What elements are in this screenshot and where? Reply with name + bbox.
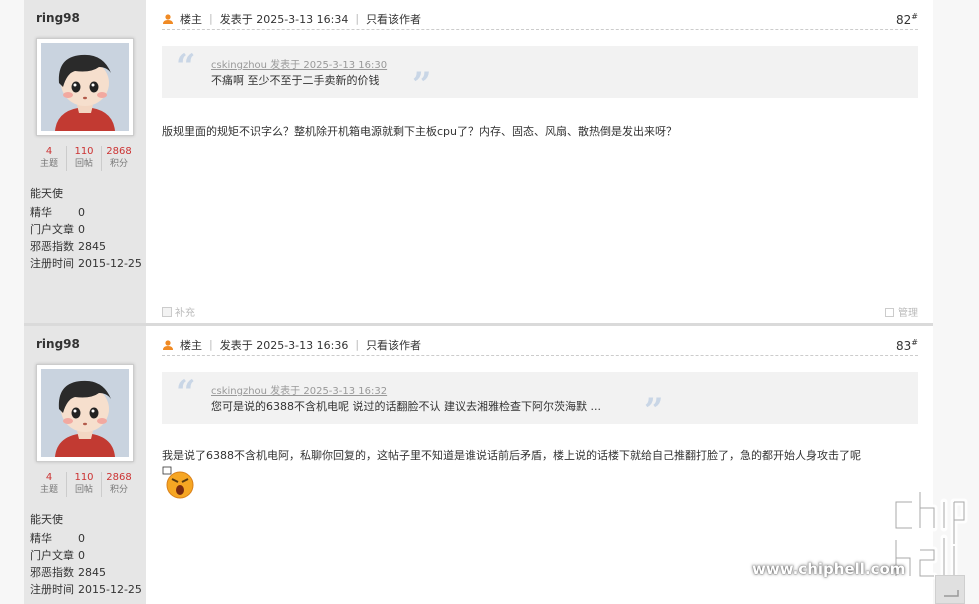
quote-block: “ cskingzhou 发表于 2025-3-13 16:32 您可是说的63… [162,372,918,428]
quote-text: 您可是说的6388不含机电呢 说过的话翻脸不认 建议去湘雅检查下阿尔茨海默 ..… [211,400,601,413]
stat-value: 110 [74,146,94,157]
stat-points[interactable]: 2868 积分 [102,146,136,171]
avatar-image [41,369,129,457]
author-stats: 4 主题 110 回帖 2868 积分 [32,472,136,497]
info-value: 2015-12-25 [78,583,142,596]
avatar-image [41,43,129,131]
info-value: 2845 [78,240,106,253]
user-rank: 能天使 [30,187,63,200]
user-icon [163,339,173,350]
quote-text: 不痛啊 至少不至于二手卖新的价钱 [211,74,380,87]
post-header: 楼主 | 发表于 2025-3-13 16:34 | 只看该作者 82# [162,8,918,30]
supplement-label: 补充 [175,308,195,319]
user-rank: 能天使 [30,513,63,526]
floor-number[interactable]: 83# [896,338,918,353]
stat-label: 主题 [39,159,58,169]
stat-label: 积分 [109,485,128,495]
stat-value: 2868 [106,472,132,483]
divider: | [209,338,213,351]
info-key: 精华 [30,206,52,219]
supplement-button[interactable]: 补充 [162,304,195,319]
supplement-icon [162,307,172,317]
post-body: 我是说了6388不含机电阿，私聊你回复的，这帖子里不知道是谁说话前后矛盾，楼上说… [162,449,861,462]
manage-label: 管理 [898,308,918,319]
info-value: 2845 [78,566,106,579]
author-sidebar: ring98 4 主题 110 回帖 2868 积分 能天使 精华 0 门户文章… [24,326,146,604]
stat-replies[interactable]: 110 回帖 [67,146,102,171]
avatar[interactable] [36,364,134,462]
info-value: 2015-12-25 [78,257,142,270]
stat-label: 回帖 [74,485,93,495]
info-value: 0 [78,532,85,545]
stat-topics[interactable]: 4 主题 [32,472,67,497]
checkbox-icon [885,308,894,317]
divider: | [355,338,360,351]
post-footer: 补充 管理 [162,304,918,319]
user-icon [163,13,173,24]
post-header: 楼主 | 发表于 2025-3-13 16:36 | 只看该作者 83# [162,334,918,356]
author-stats: 4 主题 110 回帖 2868 积分 [32,146,136,171]
floor-mark: # [911,12,918,21]
stat-label: 主题 [39,485,58,495]
quote-author[interactable]: cskingzhou 发表于 2025-3-13 16:30 [211,56,387,71]
back-to-top-icon [944,590,959,597]
stat-value: 4 [45,146,53,157]
post-82: ring98 4 主题 110 回帖 2868 积分 能天使 精华 0 门户文章… [24,0,933,323]
watermark-url: www.chiphell.com [752,560,906,578]
author-sidebar: ring98 4 主题 110 回帖 2868 积分 能天使 精华 0 门户文章… [24,0,146,323]
author-name[interactable]: ring98 [36,11,80,25]
info-value: 0 [78,206,85,219]
quote-author[interactable]: cskingzhou 发表于 2025-3-13 16:32 [211,382,387,397]
open-quote-icon: “ [176,47,196,87]
author-info: 精华 0 门户文章 0 邪恶指数 2845 注册时间 2015-12-25 [30,530,142,598]
stat-replies[interactable]: 110 回帖 [67,472,102,497]
stat-label: 回帖 [74,159,93,169]
floor-number[interactable]: 82# [896,12,918,27]
post-time: 发表于 2025-3-13 16:36 [219,338,349,352]
open-quote-icon: “ [176,373,196,413]
post-time: 发表于 2025-3-13 16:34 [219,12,349,26]
info-value: 0 [78,223,85,236]
author-name[interactable]: ring98 [36,337,80,351]
stat-value: 4 [45,472,53,483]
poster-role: 楼主 [180,338,202,352]
quote-block: “ cskingzhou 发表于 2025-3-13 16:30 不痛啊 至少不… [162,46,918,102]
stat-label: 积分 [109,159,128,169]
back-to-top-button[interactable] [935,575,965,604]
close-quote-icon: ” [412,65,432,105]
only-author-link[interactable]: 只看该作者 [366,337,421,353]
stat-points[interactable]: 2868 积分 [102,472,136,497]
divider: | [209,12,213,25]
author-info: 精华 0 门户文章 0 邪恶指数 2845 注册时间 2015-12-25 [30,204,142,272]
floor-mark: # [911,338,918,347]
info-key: 精华 [30,532,52,545]
floor-value: 82 [896,13,912,27]
angry-emoji-icon [162,466,194,499]
info-key: 邪恶指数 [30,240,74,253]
poster-role: 楼主 [180,12,202,26]
info-key: 注册时间 [30,583,74,596]
info-key: 门户文章 [30,223,74,236]
info-key: 邪恶指数 [30,566,74,579]
only-author-link[interactable]: 只看该作者 [366,11,421,27]
info-key: 注册时间 [30,257,74,270]
info-value: 0 [78,549,85,562]
manage-button[interactable]: 管理 [885,304,918,319]
info-key: 门户文章 [30,549,74,562]
stat-value: 110 [74,472,94,483]
divider: | [355,12,360,25]
stat-topics[interactable]: 4 主题 [32,146,67,171]
stat-value: 2868 [106,146,132,157]
floor-value: 83 [896,339,912,353]
avatar[interactable] [36,38,134,136]
close-quote-icon: ” [644,391,664,431]
post-body: 版规里面的规矩不识字么？整机除开机箱电源就剩下主板cpu了？内存、固态、风扇、散… [162,125,677,138]
